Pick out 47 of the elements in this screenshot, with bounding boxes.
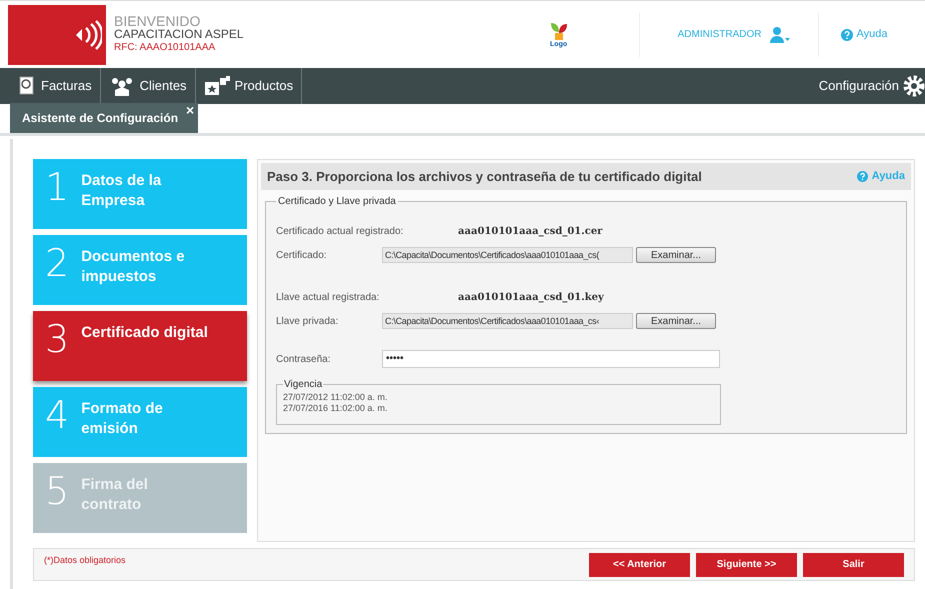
help-icon	[856, 171, 868, 182]
welcome-text: BIENVENIDO	[114, 15, 202, 28]
field-label: Llave actual registrada:	[276, 290, 380, 304]
field-label: Llave privada:	[276, 314, 340, 328]
step-label: Firma del contrato	[81, 475, 149, 515]
help-icon	[840, 28, 852, 40]
tab[interactable]: Asistente de Configuración ×	[10, 103, 198, 133]
step-number: 2	[45, 243, 70, 287]
step-label: Formato de emisión	[81, 399, 164, 439]
tab-label: Asistente de Configuración	[22, 110, 178, 127]
group-title: Certificado y Llave privada	[277, 195, 397, 209]
step-number: 5	[45, 471, 70, 515]
file-path-field[interactable]: C:\Capacita\Documentos\Certificados\aaa010101aaa_cs(	[382, 247, 633, 263]
user-icon	[770, 26, 790, 42]
wizard-step[interactable]: 3 Certificado digital	[33, 311, 247, 381]
validity-title: Vigencia	[283, 378, 324, 392]
required-note: (*)Datos obligatorios	[44, 554, 126, 567]
password-field[interactable]: •••••	[382, 350, 720, 368]
validity-date: 27/07/2012 11:02:00 a. m.	[283, 392, 388, 403]
step-number: 1	[45, 167, 70, 211]
field-label: Contraseña:	[276, 352, 332, 366]
field-label: Certificado:	[276, 248, 328, 262]
validity-date: 27/07/2016 11:02:00 a. m.	[283, 403, 388, 414]
document-icon	[18, 76, 36, 96]
nav-button[interactable]: Salir	[803, 552, 904, 576]
leaf-logo-icon	[548, 21, 569, 41]
company-name: CAPACITACION ASPEL	[114, 28, 244, 41]
step-label: Documentos e impuestos	[81, 247, 186, 287]
nav-button[interactable]: << Anterior	[589, 552, 690, 576]
panel-title: Paso 3. Proporciona los archivos y contraseña de tu certificado digital	[267, 168, 702, 186]
boxes-icon	[204, 76, 230, 96]
step-label: Datos de la Empresa	[81, 171, 162, 211]
file-path-field[interactable]: C:\Capacita\Documentos\Certificados\aaa010101aaa_cs‹	[382, 313, 633, 329]
step-number: 3	[45, 319, 70, 363]
settings-menu[interactable]: Configuración	[818, 68, 925, 104]
close-tab-button[interactable]: ×	[186, 103, 194, 117]
field-label: Certificado actual registrado:	[276, 224, 404, 238]
browse-button[interactable]: Examinar...	[636, 247, 716, 263]
nav-item[interactable]: Productos	[196, 68, 302, 104]
field-value: aaa010101aaa_csd_01.key	[458, 290, 604, 304]
signal-icon	[76, 20, 102, 50]
rfc-text: RFC: AAAO10101AAA	[114, 41, 216, 54]
step-label: Certificado digital	[81, 323, 209, 343]
field-value: aaa010101aaa_csd_01.cer	[458, 224, 602, 238]
step-number: 4	[45, 395, 70, 439]
browse-button[interactable]: Examinar...	[636, 313, 716, 329]
nav-button[interactable]: Siguiente >>	[696, 552, 797, 576]
